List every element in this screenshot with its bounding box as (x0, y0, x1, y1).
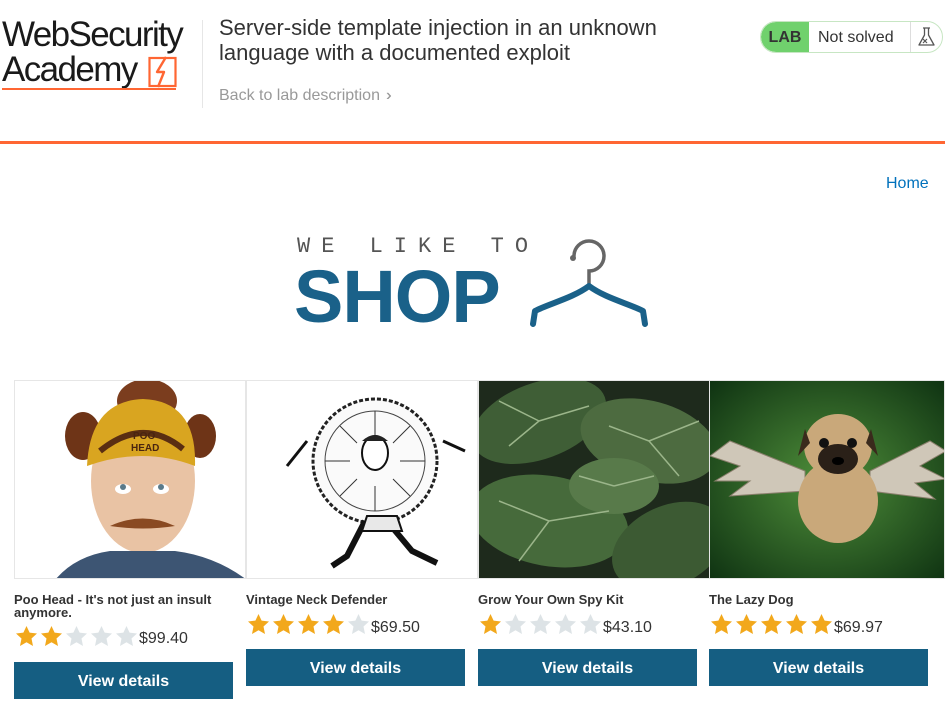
star-rating (709, 613, 834, 634)
star-filled-icon (296, 613, 321, 634)
star-filled-icon (709, 613, 734, 634)
web-security-academy-logo[interactable]: WebSecurity Academy (2, 17, 202, 97)
star-filled-icon (14, 625, 39, 646)
star-filled-icon (809, 613, 834, 634)
star-empty-icon (114, 625, 139, 646)
logo-text-line1: WebSecurity (2, 15, 184, 54)
svg-text:HEAD: HEAD (131, 443, 159, 454)
product-image-the-lazy-dog (709, 380, 945, 579)
star-filled-icon (39, 625, 64, 646)
product-name: Grow Your Own Spy Kit (478, 592, 624, 607)
product-image-vintage-neck-defender (246, 380, 478, 579)
star-empty-icon (528, 613, 553, 634)
product-price: $69.50 (371, 619, 420, 636)
lab-status-text: Not solved (818, 29, 894, 46)
star-rating (14, 625, 139, 646)
view-details-button[interactable]: View details (14, 662, 233, 699)
star-filled-icon (321, 613, 346, 634)
logo-text-line2: Academy (2, 50, 138, 89)
star-filled-icon (246, 613, 271, 634)
product-image-poo-head: POO HEAD (14, 380, 246, 579)
lab-header: WebSecurity Academy Server-side template… (0, 0, 945, 141)
star-filled-icon (784, 613, 809, 634)
back-link-label: Back to lab description (219, 87, 380, 104)
product-name: Poo Head - It's not just an insult anymo… (14, 592, 212, 620)
header-divider (202, 20, 203, 108)
star-empty-icon (89, 625, 114, 646)
svg-text:POO: POO (133, 431, 155, 442)
star-filled-icon (734, 613, 759, 634)
product-image-grow-your-own-spy-kit (478, 380, 710, 579)
product-price: $69.97 (834, 619, 883, 636)
view-details-button[interactable]: View details (246, 649, 465, 686)
star-empty-icon (346, 613, 371, 634)
lab-badge: LAB (761, 22, 809, 52)
star-filled-icon (759, 613, 784, 634)
clothes-hanger-icon (530, 239, 648, 327)
header-accent-line (0, 141, 945, 144)
lightning-bolt-icon (148, 56, 177, 88)
star-empty-icon (64, 625, 89, 646)
star-rating (246, 613, 371, 634)
product-name: The Lazy Dog (709, 592, 794, 607)
home-link[interactable]: Home (886, 175, 929, 193)
star-rating (478, 613, 603, 634)
view-details-button[interactable]: View details (709, 649, 928, 686)
view-details-button[interactable]: View details (478, 649, 697, 686)
lab-title: Server-side template injection in an unk… (219, 15, 657, 65)
flask-icon (910, 22, 942, 52)
double-chevron-right-icon: ›› (385, 87, 390, 104)
star-empty-icon (553, 613, 578, 634)
star-filled-icon (271, 613, 296, 634)
star-empty-icon (578, 613, 603, 634)
logo-underline (2, 88, 176, 90)
product-name: Vintage Neck Defender (246, 592, 388, 607)
star-empty-icon (503, 613, 528, 634)
back-to-lab-description-link[interactable]: Back to lab description ›› (219, 87, 390, 105)
product-price: $99.40 (139, 630, 188, 647)
hero-shop-title: SHOP (294, 255, 501, 338)
star-filled-icon (478, 613, 503, 634)
lab-status-widget: LAB Not solved (760, 21, 943, 53)
product-price: $43.10 (603, 619, 652, 636)
